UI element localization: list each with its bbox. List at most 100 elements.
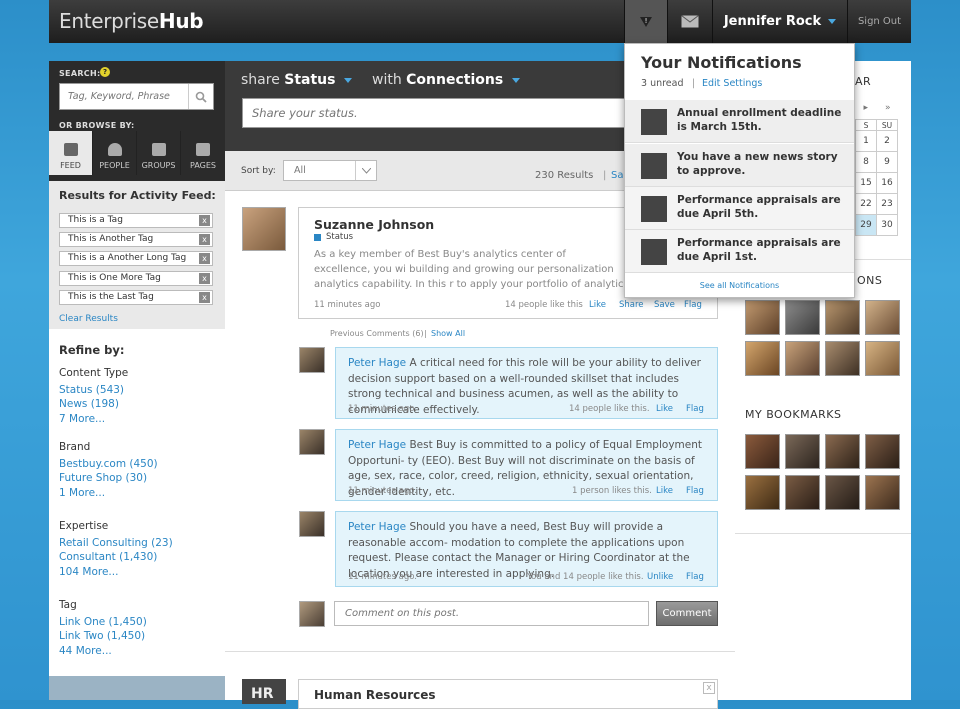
refine-link[interactable]: Link One (1,450) xyxy=(59,615,147,630)
flag-link[interactable]: Flag xyxy=(686,404,704,414)
post-author[interactable]: Suzanne Johnson xyxy=(314,217,434,232)
close-icon[interactable]: x xyxy=(199,215,210,226)
refine-more-link[interactable]: 44 More... xyxy=(59,644,147,659)
share-type: Status xyxy=(284,72,336,88)
avatar[interactable] xyxy=(299,511,325,537)
messages-button[interactable] xyxy=(667,0,712,43)
comment-input[interactable] xyxy=(334,601,649,626)
avatar[interactable] xyxy=(745,341,780,376)
refine-more-link[interactable]: 7 More... xyxy=(59,412,128,427)
tag-text: This is a Tag xyxy=(68,215,123,225)
close-icon[interactable]: x xyxy=(199,234,210,245)
refine-link[interactable]: News (198) xyxy=(59,397,128,412)
tab-feed[interactable]: FEED xyxy=(49,131,93,175)
avatar[interactable] xyxy=(865,475,900,510)
app-logo[interactable]: EnterpriseHub xyxy=(59,9,204,33)
audience-dropdown[interactable]: with Connections xyxy=(372,72,520,88)
avatar[interactable] xyxy=(242,207,286,251)
comment-author[interactable]: Peter Hage xyxy=(348,521,406,533)
calendar-nav: ▸» xyxy=(855,103,899,117)
calendar-day[interactable]: 15 xyxy=(855,172,877,194)
flag-link[interactable]: Flag xyxy=(686,486,704,496)
calendar-day[interactable]: 16 xyxy=(876,172,898,194)
avatar[interactable] xyxy=(825,341,860,376)
notification-item[interactable]: Performance appraisals are due April 1st… xyxy=(625,230,854,273)
avatar[interactable] xyxy=(745,434,780,469)
notification-item[interactable]: Performance appraisals are due April 5th… xyxy=(625,187,854,230)
calendar-day[interactable]: 30 xyxy=(876,214,898,236)
last-month-icon[interactable]: » xyxy=(885,103,891,117)
avatar[interactable] xyxy=(785,341,820,376)
group-badge[interactable]: HR xyxy=(242,679,286,704)
avatar xyxy=(299,601,325,627)
notification-item[interactable]: Annual enrollment deadline is March 15th… xyxy=(625,100,854,143)
calendar-day[interactable]: 23 xyxy=(876,193,898,215)
show-all-link[interactable]: Show All xyxy=(431,329,465,338)
divider xyxy=(735,533,911,534)
refine-link[interactable]: Retail Consulting (23) xyxy=(59,536,173,551)
status-input[interactable] xyxy=(242,98,642,128)
mail-icon xyxy=(681,15,699,28)
refine-more-link[interactable]: 1 More... xyxy=(59,486,158,501)
close-icon[interactable]: x xyxy=(199,292,210,303)
refine-link[interactable]: Consultant (1,430) xyxy=(59,550,173,565)
tab-pages[interactable]: PAGES xyxy=(181,131,225,175)
avatar[interactable] xyxy=(865,300,900,335)
like-link[interactable]: Like xyxy=(656,404,673,414)
notifications-button[interactable]: ! xyxy=(624,0,667,43)
close-icon[interactable]: x xyxy=(199,253,210,264)
avatar[interactable] xyxy=(299,347,325,373)
calendar-day[interactable]: 2 xyxy=(876,130,898,152)
calendar-day[interactable]: 22 xyxy=(855,193,877,215)
flag-link[interactable]: Flag xyxy=(686,572,704,582)
close-icon[interactable]: x xyxy=(703,682,715,694)
like-link[interactable]: Like xyxy=(656,486,673,496)
search-button[interactable] xyxy=(188,84,213,109)
save-search-link[interactable]: Sa xyxy=(611,170,623,181)
calendar-day[interactable]: 8 xyxy=(855,151,877,173)
comment-author[interactable]: Peter Hage xyxy=(348,357,406,369)
refine-link[interactable]: Bestbuy.com (450) xyxy=(59,457,158,472)
refine-link[interactable]: Future Shop (30) xyxy=(59,471,158,486)
avatar[interactable] xyxy=(825,475,860,510)
avatar[interactable] xyxy=(745,475,780,510)
avatar[interactable] xyxy=(825,300,860,335)
tab-people[interactable]: PEOPLE xyxy=(93,131,137,175)
close-icon[interactable]: x xyxy=(199,273,210,284)
connections-title: ONS xyxy=(857,274,883,287)
share-type-dropdown[interactable]: share Status xyxy=(241,72,352,88)
share-link[interactable]: Share xyxy=(619,300,644,310)
avatar[interactable] xyxy=(825,434,860,469)
next-month-icon[interactable]: ▸ xyxy=(863,103,868,117)
save-link[interactable]: Save xyxy=(654,300,675,310)
edit-settings-link[interactable]: Edit Settings xyxy=(702,78,762,89)
flag-link[interactable]: Flag xyxy=(684,300,702,310)
unlike-link[interactable]: Unlike xyxy=(647,572,673,582)
refine-link[interactable]: Link Two (1,450) xyxy=(59,629,147,644)
avatar[interactable] xyxy=(865,341,900,376)
comment-button[interactable]: Comment xyxy=(656,601,718,626)
avatar[interactable] xyxy=(865,434,900,469)
clear-results-link[interactable]: Clear Results xyxy=(59,314,118,324)
notification-item[interactable]: You have a new news story to approve. xyxy=(625,144,854,187)
notification-thumbnail xyxy=(641,153,667,179)
sort-select[interactable]: All xyxy=(283,160,377,181)
sign-out-link[interactable]: Sign Out xyxy=(847,0,911,43)
calendar-day[interactable]: 9 xyxy=(876,151,898,173)
avatar[interactable] xyxy=(299,429,325,455)
avatar[interactable] xyxy=(785,300,820,335)
calendar-day[interactable]: 1 xyxy=(855,130,877,152)
see-all-notifications-link[interactable]: See all Notifications xyxy=(625,281,854,290)
comment-author[interactable]: Peter Hage xyxy=(348,439,406,451)
avatar[interactable] xyxy=(785,475,820,510)
like-link[interactable]: Like xyxy=(589,300,606,310)
tab-groups[interactable]: GROUPS xyxy=(137,131,181,175)
search-input[interactable] xyxy=(60,84,188,109)
refine-link[interactable]: Status (543) xyxy=(59,383,128,398)
avatar[interactable] xyxy=(785,434,820,469)
calendar-day-selected[interactable]: 29 xyxy=(855,214,877,236)
help-icon[interactable]: ? xyxy=(100,67,110,77)
avatar[interactable] xyxy=(745,300,780,335)
user-menu[interactable]: Jennifer Rock xyxy=(712,0,847,43)
refine-more-link[interactable]: 104 More... xyxy=(59,565,173,580)
